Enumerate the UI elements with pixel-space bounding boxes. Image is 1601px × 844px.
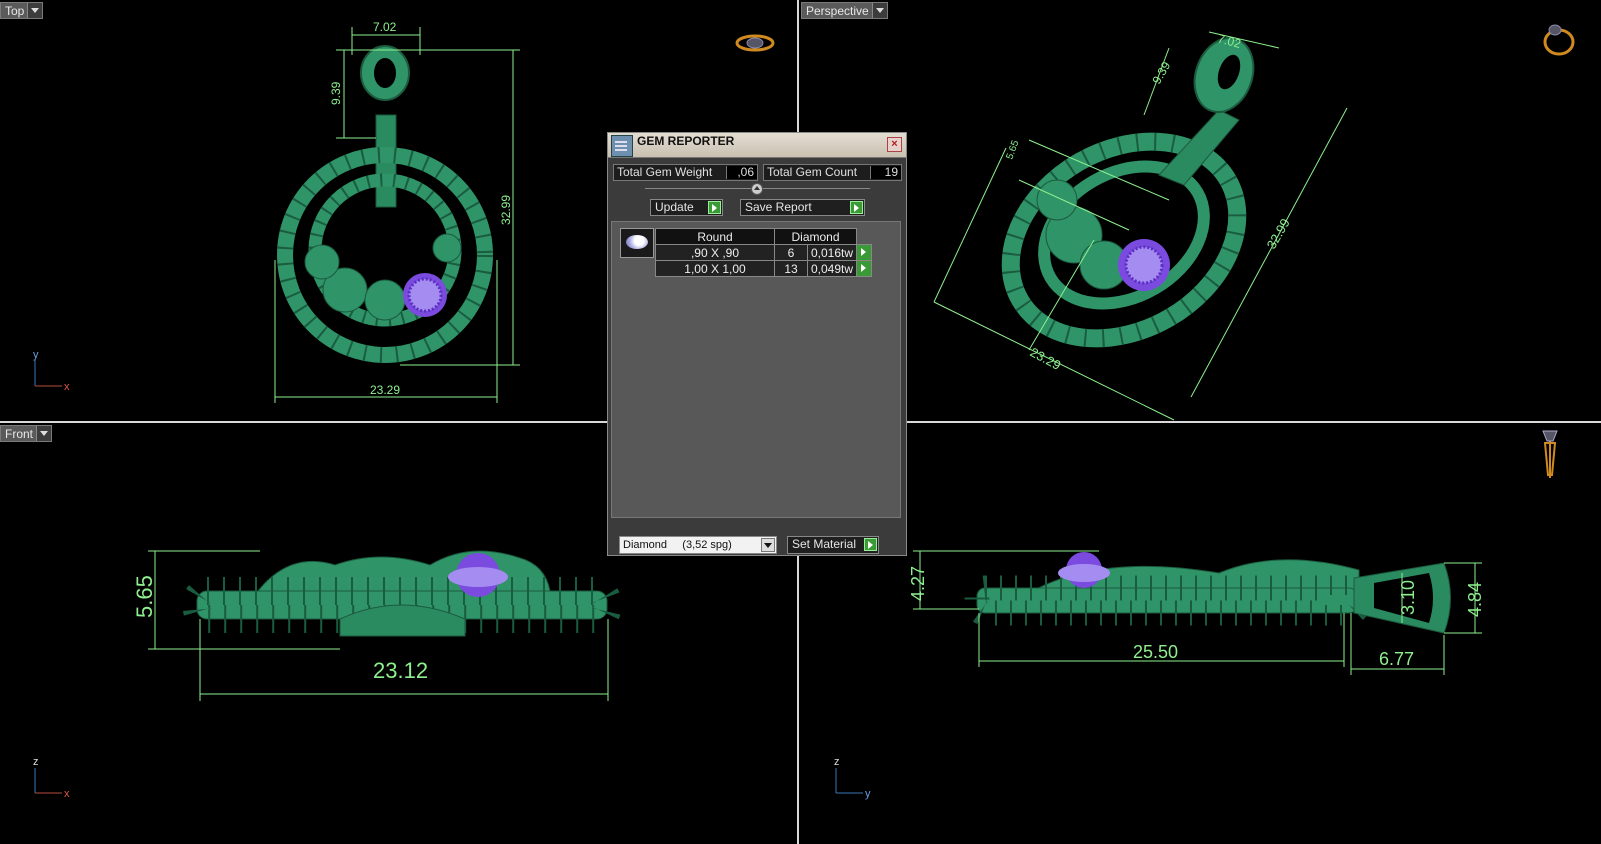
col-shape: Round — [655, 228, 775, 245]
gem-reporter-icon — [611, 135, 633, 157]
svg-text:x: x — [64, 381, 70, 393]
dim-height: 32.99 — [499, 195, 513, 225]
material-select[interactable]: Diamond (3,52 spg) — [619, 536, 777, 554]
gem-table: Round Diamond ,90 X ,90 6 0,016tw 1,00 X… — [655, 228, 873, 277]
chevron-down-icon[interactable] — [871, 3, 887, 18]
perspective-view-model: 7.02 9.39 32.99 23.29 5.65 — [933, 24, 1575, 421]
gem-reporter-dialog: GEM REPORTER × Total Gem Weight ,06 Tota… — [607, 132, 907, 556]
side-view-model: 4.27 3.10 4.84 25.50 6.77 z y — [834, 430, 1558, 800]
dim-width: 23.29 — [370, 383, 400, 397]
total-gem-count-value: 19 — [870, 166, 901, 179]
gem-list[interactable]: Round Diamond ,90 X ,90 6 0,016tw 1,00 X… — [611, 221, 901, 518]
update-button[interactable]: Update — [650, 199, 723, 216]
svg-text:x: x — [64, 788, 70, 800]
play-arrow-icon — [864, 538, 877, 551]
row-select-arrow-icon[interactable] — [856, 260, 873, 277]
svg-text:25.50: 25.50 — [1133, 642, 1178, 662]
chevron-down-icon[interactable] — [761, 538, 775, 552]
chevron-down-icon[interactable] — [36, 426, 52, 441]
row-select-arrow-icon[interactable] — [856, 244, 873, 261]
axis-indicator: y x — [33, 349, 70, 393]
col-material: Diamond — [773, 228, 858, 245]
svg-text:z: z — [33, 756, 39, 768]
svg-text:y: y — [865, 788, 871, 800]
viewport-perspective[interactable]: 7.02 9.39 32.99 23.29 5.65 Perspective — [799, 0, 1601, 421]
svg-text:6.77: 6.77 — [1379, 649, 1414, 669]
svg-text:z: z — [834, 756, 840, 768]
viewport-perspective-label[interactable]: Perspective — [801, 2, 888, 19]
play-arrow-icon — [708, 201, 721, 214]
viewport-side[interactable]: 4.27 3.10 4.84 25.50 6.77 z y — [799, 423, 1601, 844]
view-cube-icon[interactable] — [1542, 430, 1558, 478]
dialog-body: Total Gem Weight ,06 Total Gem Count 19 … — [608, 158, 906, 555]
svg-text:5.65: 5.65 — [1004, 139, 1021, 161]
axis-indicator: z x — [33, 756, 70, 800]
dim-loop-height: 9.39 — [329, 81, 343, 105]
dialog-titlebar[interactable]: GEM REPORTER × — [608, 133, 906, 158]
axis-indicator: z y — [834, 756, 871, 800]
close-icon[interactable]: × — [887, 137, 902, 152]
chevron-down-icon[interactable] — [27, 3, 43, 18]
dim-width: 23.12 — [373, 658, 428, 683]
svg-text:3.10: 3.10 — [1398, 580, 1418, 615]
total-gem-weight-value: ,06 — [726, 166, 757, 179]
round-gem-icon — [620, 228, 654, 258]
svg-text:32.99: 32.99 — [1264, 216, 1293, 252]
svg-text:4.84: 4.84 — [1465, 582, 1485, 617]
view-cube-icon[interactable] — [1543, 24, 1575, 56]
total-gem-count: Total Gem Count 19 — [763, 164, 902, 181]
svg-text:4.27: 4.27 — [908, 566, 928, 601]
dim-loop-width: 7.02 — [373, 20, 397, 34]
dialog-title: GEM REPORTER — [637, 134, 735, 148]
play-arrow-icon — [850, 201, 863, 214]
svg-text:9.39: 9.39 — [1149, 59, 1173, 87]
svg-text:y: y — [33, 349, 39, 361]
svg-text:23.29: 23.29 — [1028, 344, 1064, 373]
view-cube-icon[interactable] — [735, 34, 775, 52]
collapse-up-icon[interactable] — [751, 183, 763, 195]
save-report-button[interactable]: Save Report — [740, 199, 865, 216]
viewport-top-label[interactable]: Top — [0, 2, 44, 19]
viewport-front-label[interactable]: Front — [0, 425, 53, 442]
set-material-button[interactable]: Set Material — [787, 536, 879, 554]
dim-height: 5.65 — [132, 575, 157, 618]
table-row[interactable]: 1,00 X 1,00 13 0,049tw — [655, 260, 873, 277]
table-row[interactable]: ,90 X ,90 6 0,016tw — [655, 244, 873, 261]
total-gem-weight: Total Gem Weight ,06 — [613, 164, 758, 181]
